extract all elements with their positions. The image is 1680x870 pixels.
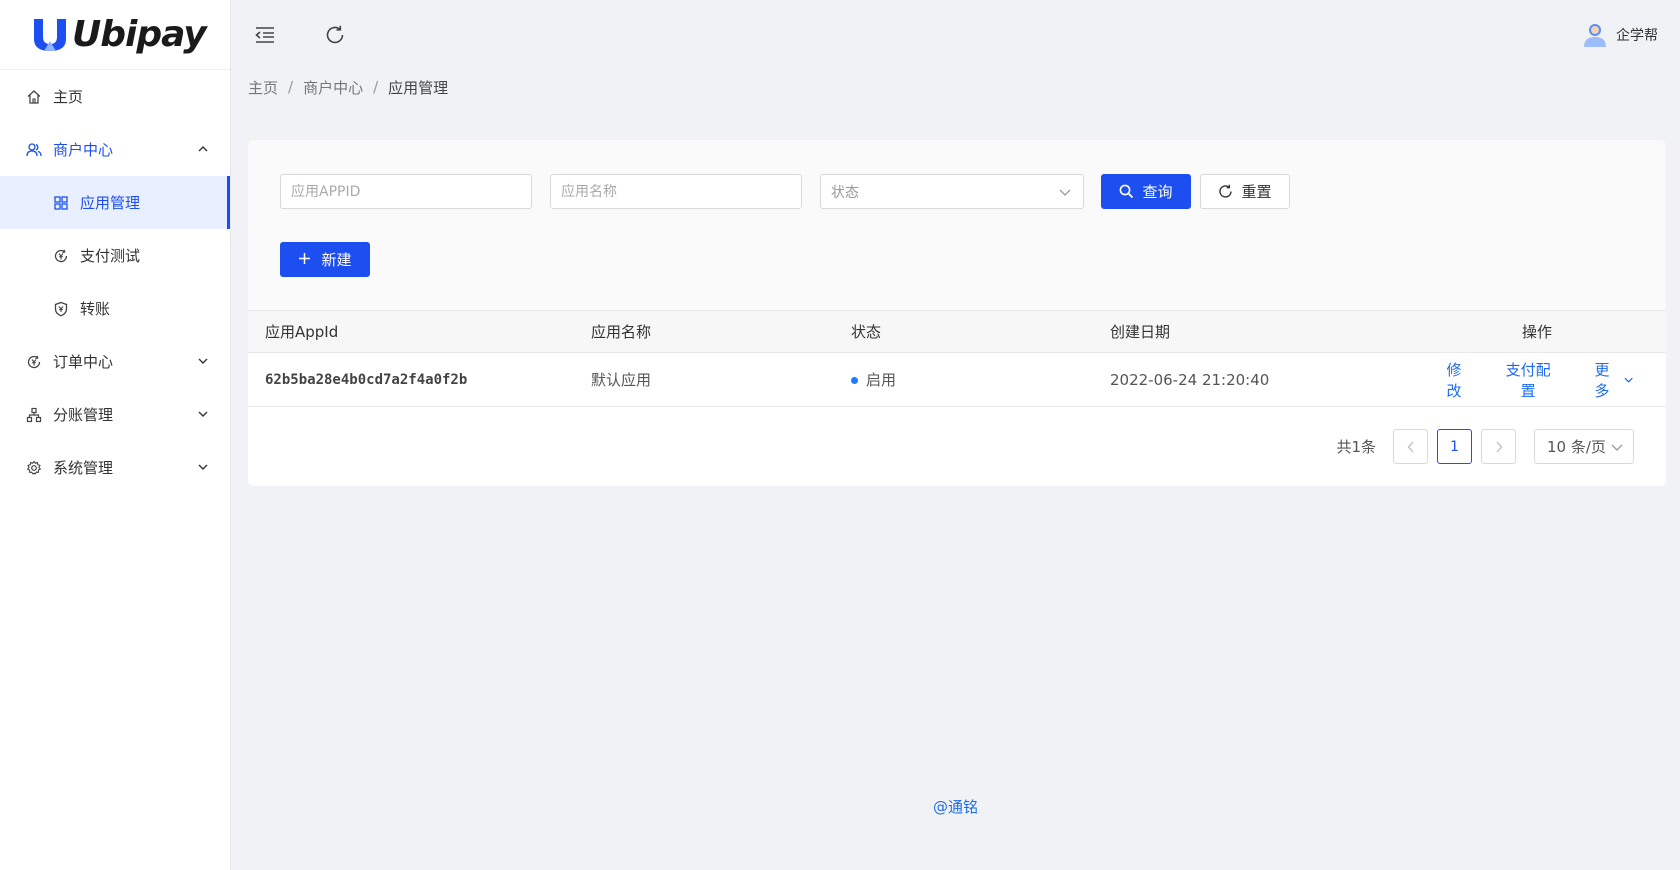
- header-actions: 操作: [1521, 323, 1552, 341]
- payment-config-link[interactable]: 支付配置: [1500, 359, 1556, 401]
- cell-appid: 62b5ba28e4b0cd7a2f4a0f2b: [265, 371, 468, 388]
- pagination-total: 共1条: [1336, 438, 1376, 456]
- sidebar-item-label: 主页: [53, 88, 84, 106]
- header-status: 状态: [851, 323, 882, 341]
- appid-input[interactable]: [280, 174, 532, 209]
- main-content: 企学帮 主页 / 商户中心 / 应用管理 状态 查询: [231, 0, 1680, 870]
- header-app-name: 应用名称: [591, 323, 652, 341]
- user-name: 企学帮: [1616, 28, 1658, 44]
- cell-created-date: 2022-06-24 21:20:40: [1110, 370, 1270, 389]
- breadcrumb: 主页 / 商户中心 / 应用管理: [231, 70, 1680, 104]
- sidebar-item-system-management[interactable]: 系统管理: [0, 441, 230, 494]
- brand-name: Ubipay: [72, 14, 207, 55]
- sidebar-item-split-management[interactable]: 分账管理: [0, 388, 230, 441]
- search-button[interactable]: 查询: [1101, 174, 1191, 209]
- more-dropdown[interactable]: 更多: [1588, 359, 1633, 401]
- table-row: 62b5ba28e4b0cd7a2f4a0f2b 默认应用 启用 2022-06…: [248, 353, 1666, 407]
- breadcrumb-current: 应用管理: [388, 78, 449, 97]
- app-name-input[interactable]: [550, 174, 802, 209]
- sidebar-item-label: 订单中心: [53, 353, 114, 371]
- breadcrumb-separator: /: [288, 78, 294, 96]
- yen-cycle-icon: [53, 248, 69, 264]
- sidebar-item-label: 应用管理: [80, 194, 141, 212]
- new-app-button[interactable]: 新建: [280, 242, 370, 277]
- footer-credit: @通铭: [932, 798, 978, 816]
- sidebar-item-merchant-center[interactable]: 商户中心: [0, 123, 230, 176]
- chevron-down-icon: [198, 358, 208, 364]
- yen-cycle-icon: [26, 354, 42, 370]
- sidebar-item-app-management[interactable]: 应用管理: [0, 176, 230, 229]
- merchant-submenu: 应用管理 支付测试 转账: [0, 176, 230, 335]
- sidebar-item-home[interactable]: 主页: [0, 70, 230, 123]
- sidebar-item-label: 分账管理: [53, 406, 114, 424]
- app-root: Ubipay 主页 商户中心 应用管理 支付测试 转账 订单中心 分账管理 系统…: [0, 0, 1680, 870]
- chevron-down-icon: [1059, 189, 1071, 196]
- cell-status: 启用: [851, 369, 1110, 390]
- status-select-placeholder: 状态: [831, 184, 859, 201]
- edit-link[interactable]: 修改: [1440, 359, 1468, 401]
- chevron-down-icon: [1624, 377, 1633, 383]
- refresh-icon: [1218, 184, 1233, 199]
- chevron-down-icon: [198, 411, 208, 417]
- user-menu[interactable]: 企学帮: [1583, 22, 1658, 48]
- plus-icon: [298, 252, 313, 267]
- chevron-left-icon: [1407, 441, 1413, 452]
- chevron-right-icon: [1496, 441, 1502, 452]
- status-dot-icon: [851, 377, 858, 384]
- filter-bar: 状态 查询 重置: [280, 174, 1290, 209]
- cell-app-name: 默认应用: [591, 371, 652, 389]
- sidebar-menu: 主页 商户中心 应用管理 支付测试 转账 订单中心 分账管理 系统管理: [0, 70, 230, 494]
- reset-button[interactable]: 重置: [1200, 174, 1290, 209]
- refresh-icon[interactable]: [323, 23, 347, 47]
- page-size-label: 10 条/页: [1547, 438, 1606, 456]
- pagination: 共1条 1 10 条/页: [248, 407, 1666, 486]
- reset-button-label: 重置: [1241, 183, 1272, 201]
- menu-fold-icon[interactable]: [253, 23, 277, 47]
- header-created-date: 创建日期: [1110, 323, 1171, 341]
- new-app-button-label: 新建: [321, 251, 352, 269]
- topbar: [231, 0, 1680, 70]
- page-1-button[interactable]: 1: [1437, 429, 1472, 464]
- yen-shield-icon: [53, 301, 69, 317]
- breadcrumb-home[interactable]: 主页: [248, 77, 278, 98]
- user-avatar-icon: [1584, 24, 1606, 47]
- sidebar-item-payment-test[interactable]: 支付测试: [0, 229, 230, 282]
- users-icon: [26, 142, 42, 158]
- sidebar-item-label: 系统管理: [53, 459, 114, 477]
- chevron-down-icon: [198, 464, 208, 470]
- status-text: 启用: [866, 371, 897, 389]
- sidebar-item-label: 转账: [80, 300, 111, 318]
- app-list-card: 状态 查询 重置: [248, 140, 1666, 486]
- home-icon: [26, 89, 42, 105]
- tree-icon: [26, 407, 42, 423]
- logo: Ubipay: [0, 0, 230, 70]
- breadcrumb-separator: /: [373, 78, 379, 96]
- header-appid: 应用AppId: [265, 323, 339, 341]
- sidebar-item-transfer[interactable]: 转账: [0, 282, 230, 335]
- cell-actions: 修改 支付配置 更多: [1408, 359, 1666, 401]
- sidebar-item-label: 支付测试: [80, 247, 141, 265]
- chevron-up-icon: [198, 145, 208, 151]
- sidebar-item-label: 商户中心: [53, 141, 114, 159]
- sidebar-item-order-center[interactable]: 订单中心: [0, 335, 230, 388]
- prev-page-button[interactable]: [1393, 429, 1428, 464]
- search-icon: [1119, 184, 1134, 199]
- more-label: 更多: [1594, 360, 1610, 400]
- gear-icon: [26, 460, 42, 476]
- app-table: 应用AppId 应用名称 状态 创建日期 操作 62b5ba28e4b0cd7a…: [248, 310, 1666, 407]
- breadcrumb-merchant[interactable]: 商户中心: [303, 77, 363, 98]
- status-select[interactable]: 状态: [820, 174, 1084, 209]
- table-header: 应用AppId 应用名称 状态 创建日期 操作: [248, 310, 1666, 353]
- next-page-button[interactable]: [1481, 429, 1516, 464]
- chevron-down-icon: [1611, 444, 1623, 451]
- page-size-select[interactable]: 10 条/页: [1534, 429, 1634, 464]
- sidebar: Ubipay 主页 商户中心 应用管理 支付测试 转账 订单中心 分账管理 系统…: [0, 0, 231, 870]
- grid-icon: [53, 195, 69, 211]
- ubipay-logo-icon: [34, 18, 66, 51]
- search-button-label: 查询: [1142, 183, 1173, 201]
